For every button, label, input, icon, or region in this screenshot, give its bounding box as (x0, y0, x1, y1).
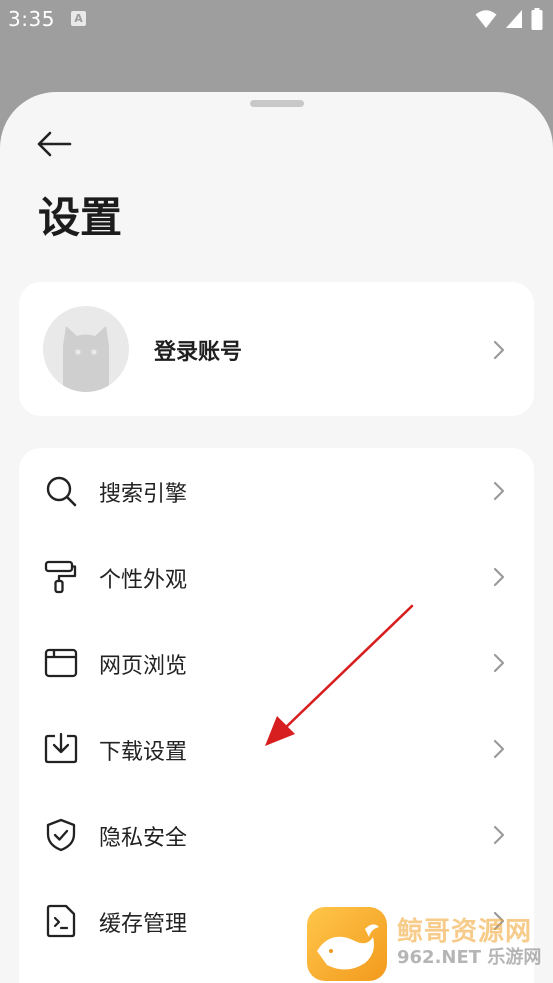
avatar (43, 306, 129, 392)
settings-list: 搜索引擎 个性外观 网页浏览 下载设置 隐私安全 缓存管理 (19, 448, 534, 983)
settings-item-label: 下载设置 (99, 740, 188, 765)
battery-icon (531, 8, 543, 30)
chevron-right-icon (493, 481, 505, 501)
chevron-right-icon (493, 739, 505, 759)
cellular-signal-icon (506, 10, 522, 28)
settings-item-label: 缓存管理 (99, 912, 188, 937)
login-account-card[interactable]: 登录账号 (19, 282, 534, 416)
chevron-right-icon (493, 825, 505, 845)
browser-window-icon (44, 648, 78, 678)
chevron-right-icon (493, 653, 505, 673)
notification-badge: A (71, 11, 86, 26)
search-icon (46, 476, 77, 507)
settings-sheet: 设置 登录账号 搜索引擎 个性外观 网页浏览 下载设置 隐私安全 缓存管理 (0, 92, 553, 983)
page-title: 设置 (38, 193, 123, 242)
status-icons (475, 8, 543, 30)
settings-item-label: 隐私安全 (99, 826, 188, 851)
status-time: 3:35 (8, 7, 55, 31)
drag-handle[interactable] (250, 100, 304, 107)
back-button[interactable] (34, 126, 74, 162)
settings-item-appearance[interactable]: 个性外观 (19, 534, 534, 620)
settings-item-privacy-security[interactable]: 隐私安全 (19, 792, 534, 878)
settings-item-web-browsing[interactable]: 网页浏览 (19, 620, 534, 706)
cat-avatar-icon (63, 326, 109, 392)
shield-check-icon (46, 818, 76, 852)
settings-item-label: 搜索引擎 (99, 482, 188, 507)
settings-item-label: 个性外观 (99, 568, 188, 593)
chevron-right-icon (493, 340, 505, 360)
wifi-icon (475, 10, 497, 28)
settings-item-cache[interactable]: 缓存管理 (19, 878, 534, 964)
settings-item-search-engine[interactable]: 搜索引擎 (19, 448, 534, 534)
download-icon (44, 732, 78, 764)
chevron-right-icon (493, 911, 505, 931)
terminal-file-icon (46, 904, 76, 938)
status-bar: 3:35 A (0, 0, 553, 40)
chevron-right-icon (493, 567, 505, 587)
back-arrow-icon (37, 131, 72, 157)
login-account-label: 登录账号 (154, 340, 243, 365)
settings-item-label: 网页浏览 (99, 654, 188, 679)
paint-roller-icon (44, 560, 77, 594)
settings-item-download[interactable]: 下载设置 (19, 706, 534, 792)
